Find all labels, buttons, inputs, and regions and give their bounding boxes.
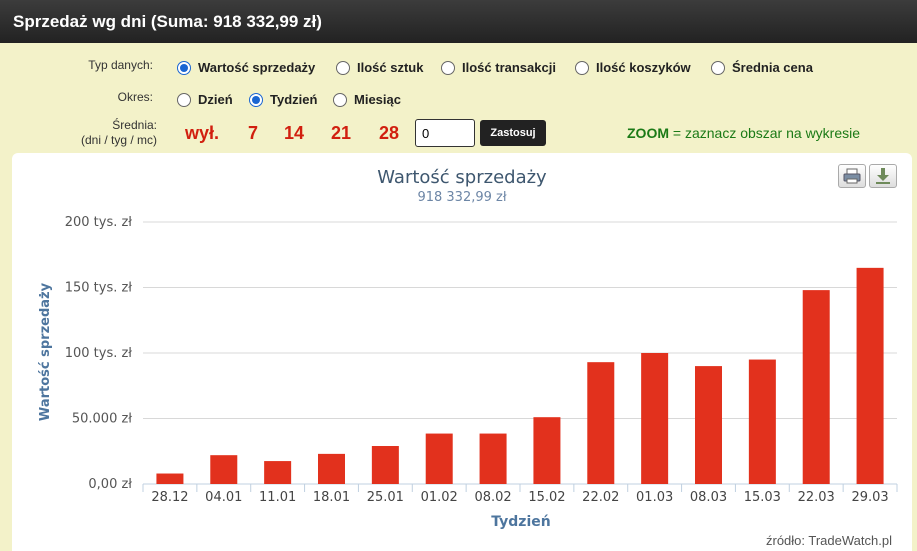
- x-axis-title: Tydzień: [491, 514, 550, 530]
- y-tick-label: 200 tys. zł: [65, 215, 133, 230]
- bar-08.02[interactable]: [479, 433, 507, 484]
- y-tick-label: 100 tys. zł: [65, 346, 133, 361]
- y-tick-label: 50.000 zł: [72, 412, 132, 427]
- x-tick-label: 11.01: [259, 490, 296, 505]
- bar-15.02[interactable]: [533, 417, 561, 484]
- y-axis-title: Wartość sprzedaży: [38, 282, 53, 421]
- bar-28.12[interactable]: [156, 473, 184, 484]
- chart-title: Wartość sprzedaży: [377, 167, 547, 188]
- x-tick-label: 28.12: [151, 490, 188, 505]
- bar-25.01[interactable]: [371, 446, 399, 484]
- source-credit: źródło: TradeWatch.pl: [766, 533, 892, 548]
- x-tick-label: 25.01: [367, 490, 404, 505]
- download-chart-button[interactable]: [869, 164, 897, 188]
- bar-11.01[interactable]: [264, 461, 292, 484]
- bar-08.03[interactable]: [695, 366, 722, 484]
- x-tick-label: 01.03: [636, 490, 673, 505]
- download-icon: [876, 168, 890, 184]
- x-tick-label: 22.02: [582, 490, 619, 505]
- sales-bar-chart[interactable]: Wartość sprzedaży 918 332,99 zł 0,00 zł 5…: [0, 0, 917, 551]
- chart-subtitle: 918 332,99 zł: [417, 190, 506, 205]
- x-tick-label: 04.01: [205, 490, 242, 505]
- bar-01.03[interactable]: [641, 353, 669, 484]
- x-tick-label: 29.03: [851, 490, 888, 505]
- bar-18.01[interactable]: [318, 453, 345, 484]
- bar-29.03[interactable]: [856, 267, 884, 484]
- print-chart-button[interactable]: [838, 164, 866, 188]
- bar-22.02[interactable]: [587, 362, 615, 484]
- x-tick-label: 18.01: [313, 490, 350, 505]
- x-tick-label: 08.03: [690, 490, 727, 505]
- x-tick-label: 15.02: [528, 490, 565, 505]
- printer-icon: [843, 168, 861, 184]
- bar-04.01[interactable]: [210, 455, 238, 484]
- y-tick-label: 0,00 zł: [88, 477, 132, 492]
- x-tick-label: 22.03: [798, 490, 835, 505]
- bar-15.03[interactable]: [748, 359, 776, 484]
- x-tick-label: 15.03: [744, 490, 781, 505]
- bar-22.03[interactable]: [802, 290, 830, 484]
- bar-01.02[interactable]: [425, 433, 453, 484]
- x-tick-label: 08.02: [474, 490, 511, 505]
- x-tick-label: 01.02: [421, 490, 458, 505]
- y-tick-label: 150 tys. zł: [65, 281, 133, 296]
